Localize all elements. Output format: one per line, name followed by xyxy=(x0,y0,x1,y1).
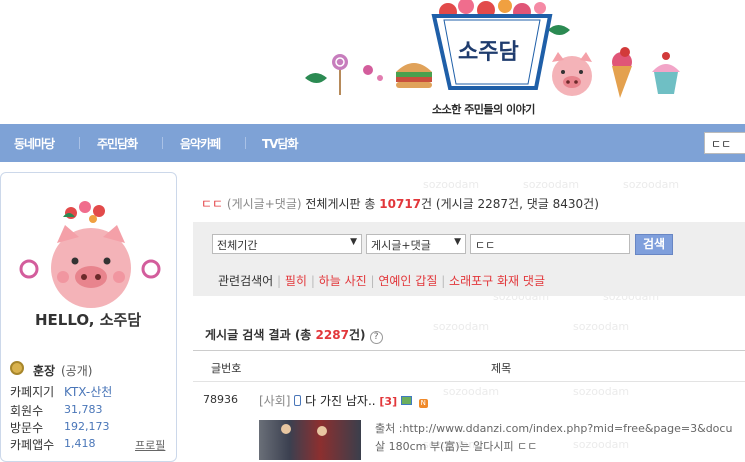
results-count: 2287 xyxy=(315,328,349,342)
new-badge: N xyxy=(418,399,428,408)
related-keyword[interactable]: 필히 xyxy=(285,274,307,288)
stat-label-manager: 카페지기 xyxy=(10,385,55,399)
nav-item-talk[interactable]: 주민담화 xyxy=(97,135,138,152)
period-select-value: 전체기간 xyxy=(217,239,258,252)
profile-link[interactable]: 프로필 xyxy=(135,437,165,453)
search-summary: ㄷㄷ (게시글+댓글) 전체게시판 총 10717건 (게시글 2287건, 댓… xyxy=(201,195,599,212)
watermark-text: sozoodam xyxy=(433,320,490,333)
lollipop-icon xyxy=(332,54,348,95)
medal-icon xyxy=(10,361,24,375)
related-keyword[interactable]: 연예인 갑질 xyxy=(378,274,437,288)
post-category: [사회] xyxy=(259,394,291,408)
stat-value-visits: 192,173 xyxy=(64,420,110,433)
scope-select-value: 게시글+댓글 xyxy=(371,239,431,252)
watermark-text: sozoodam xyxy=(423,178,480,191)
watermark-text: sozoodam xyxy=(623,178,680,191)
stat-value-manager[interactable]: KTX-산천 xyxy=(64,383,112,400)
post-number: 78936 xyxy=(203,393,238,406)
summary-query: ㄷㄷ xyxy=(201,197,224,211)
col-number-header: 글번호 xyxy=(211,362,242,375)
results-table-header: 글번호 제목 xyxy=(193,350,745,382)
watermark-text: sozoodam xyxy=(523,178,580,191)
cafe-search-input[interactable]: ㄷㄷ xyxy=(704,132,745,154)
summary-unit: 건 xyxy=(421,197,433,211)
post-thumbnail[interactable] xyxy=(259,420,361,460)
leaf-icon xyxy=(548,25,570,35)
mobile-icon xyxy=(294,395,302,406)
period-select[interactable]: 전체기간 ▼ xyxy=(212,234,362,254)
search-query-input[interactable]: ㄷㄷ xyxy=(470,234,630,254)
nav-item-community[interactable]: 동네마당 xyxy=(14,135,55,152)
cafe-banner: 소주담 소소한 주민들의 이야기 xyxy=(0,0,745,124)
watermark-text: sozoodam xyxy=(573,320,630,333)
chevron-down-icon: ▼ xyxy=(454,237,461,247)
col-title-header: 제목 xyxy=(491,362,512,375)
related-label: 관련검색어 xyxy=(218,274,274,288)
help-icon[interactable]: ? xyxy=(369,331,383,344)
pig-icon xyxy=(552,52,592,96)
post-excerpt-line1: 출처 :http://www.ddanzi.com/index.php?mid=… xyxy=(375,422,733,435)
leaf-icon xyxy=(305,73,327,83)
slogan-text: 소소한 주민들의 이야기 xyxy=(432,103,535,116)
cupcake-icon xyxy=(652,52,680,94)
candy-icon xyxy=(363,65,373,75)
results-title-prefix: 게시글 검색 결과 (총 xyxy=(205,328,312,342)
search-button[interactable]: 검색 xyxy=(635,234,673,255)
related-keyword[interactable]: 소래포구 화재 댓글 xyxy=(449,274,545,288)
summary-breakdown: (게시글 2287건, 댓글 8430건) xyxy=(435,197,599,211)
nav-divider xyxy=(162,137,163,149)
stat-value-members: 31,783 xyxy=(64,403,103,416)
nav-divider xyxy=(79,137,80,149)
chevron-down-icon: ▼ xyxy=(350,237,357,247)
post-title-line: [사회] 다 가진 남자.. [3] N xyxy=(259,392,428,409)
summary-scope: (게시글+댓글) xyxy=(226,197,302,211)
burger-icon xyxy=(396,63,432,88)
table-row[interactable]: 78936 [사회] 다 가진 남자.. [3] N 출처 :http://ww… xyxy=(193,382,745,462)
search-results-panel: sozoodam sozoodam sozoodam sozoodam sozo… xyxy=(193,170,745,460)
comment-count[interactable]: [3] xyxy=(379,395,397,408)
results-title: 게시글 검색 결과 (총 2287건) ? xyxy=(205,326,383,344)
cafe-profile-sidebar: HELLO, 소주담 훈장 (공개) 카페지기 KTX-산천 회원수 31,78… xyxy=(0,172,177,462)
nav-item-tv[interactable]: TV담화 xyxy=(262,135,299,152)
stat-label-members: 회원수 xyxy=(10,404,44,418)
cafe-nav-bar: 동네마당 주민담화 음악카페 TV담화 xyxy=(0,124,745,162)
nav-item-music[interactable]: 음악카페 xyxy=(180,135,221,152)
summary-total: 10717 xyxy=(379,197,422,211)
stat-value-app: 1,418 xyxy=(64,437,96,450)
banner-illustration xyxy=(305,0,680,98)
owner-grade: 훈장 xyxy=(33,364,56,378)
post-title-link[interactable]: 다 가진 남자.. xyxy=(305,394,375,408)
scope-select[interactable]: 게시글+댓글 ▼ xyxy=(366,234,466,254)
image-icon xyxy=(400,396,412,405)
ice-cream-icon xyxy=(612,47,632,98)
stat-label-visits: 방문수 xyxy=(10,421,44,435)
owner-status: (공개) xyxy=(61,364,93,378)
related-keyword[interactable]: 하늘 사진 xyxy=(319,274,367,288)
results-title-suffix: 건) xyxy=(348,328,366,342)
related-search-row: 관련검색어 | 필히 | 하늘 사진 | 연예인 갑질 | 소래포구 화재 댓글 xyxy=(218,274,545,288)
nav-divider xyxy=(245,137,246,149)
logo-text: 소주담 xyxy=(458,40,519,65)
hello-text: HELLO, 소주담 xyxy=(35,311,142,329)
stat-label-app: 카페앱수 xyxy=(10,438,55,452)
search-options-panel: 전체기간 ▼ 게시글+댓글 ▼ ㄷㄷ 검색 관련검색어 | 필히 | 하늘 사진… xyxy=(193,222,745,296)
candy-dot-icon xyxy=(377,75,383,81)
summary-board: 전체게시판 총 xyxy=(305,197,376,211)
